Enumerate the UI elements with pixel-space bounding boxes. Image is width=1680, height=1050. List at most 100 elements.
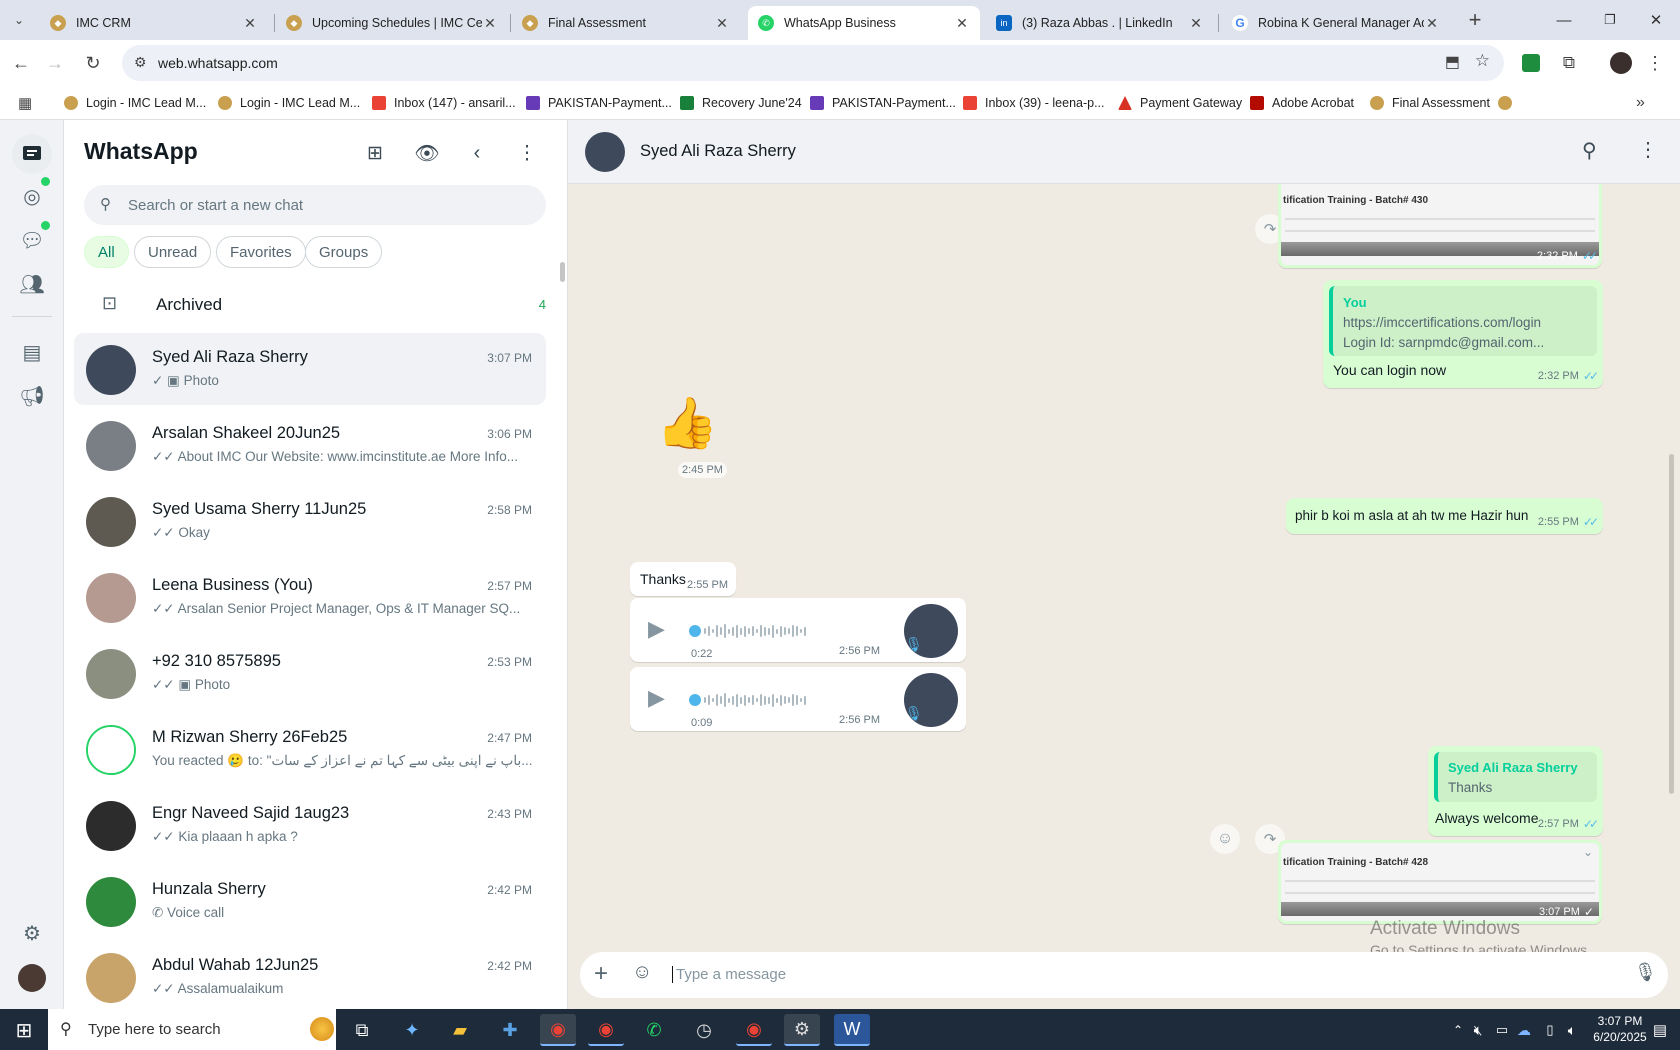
attach-plus-icon[interactable]: +: [594, 960, 608, 988]
apps-grid-icon[interactable]: ▦: [18, 93, 32, 113]
play-icon[interactable]: ▶: [648, 685, 665, 711]
my-profile-avatar[interactable]: [12, 958, 52, 998]
bookmark-recovery[interactable]: Recovery June'24: [680, 93, 802, 113]
message-login-reply[interactable]: You https://imccertifications.com/login …: [1323, 280, 1603, 388]
bookmark-final-assessment[interactable]: Final Assessment: [1370, 93, 1490, 113]
close-tab-icon[interactable]: ✕: [714, 15, 730, 32]
archived-row[interactable]: ⊡ Archived 4: [64, 280, 568, 330]
filter-favorites[interactable]: Favorites: [216, 236, 306, 268]
chrome-profile-icon[interactable]: ◉: [588, 1014, 624, 1046]
taskbar-clock[interactable]: 3:07 PM 6/20/2025: [1590, 1013, 1650, 1045]
close-tab-icon[interactable]: ✕: [1424, 15, 1440, 32]
window-close-icon[interactable]: ✕: [1633, 0, 1679, 40]
catalog-store-icon[interactable]: ▤: [12, 332, 52, 372]
extensions-puzzle-icon[interactable]: ⧉: [1554, 48, 1584, 78]
filter-groups[interactable]: Groups: [305, 236, 383, 268]
forward-arrow-icon[interactable]: →: [40, 48, 70, 78]
bookmark-login-imc-2[interactable]: Login - IMC Lead M...: [218, 93, 360, 113]
chats-icon[interactable]: [12, 134, 52, 174]
message-area[interactable]: ↷ tification Training - Batch# 430 2:32 …: [568, 184, 1680, 944]
hidden-eye-icon[interactable]: 👁︎: [410, 136, 444, 170]
whatsapp-taskbar-icon[interactable]: ✆: [636, 1014, 672, 1046]
windows-start-icon[interactable]: ⊞: [6, 1014, 42, 1046]
settings-app-icon[interactable]: ⚙: [784, 1014, 820, 1046]
menu-dots-icon[interactable]: ⋮: [510, 136, 544, 170]
chat-item-arsalan[interactable]: Arsalan Shakeel 20Jun25 3:06 PM ✓✓ About…: [74, 409, 546, 481]
close-tab-icon[interactable]: ✕: [242, 15, 258, 32]
microphone-icon[interactable]: 🎙︎: [1634, 962, 1657, 983]
close-tab-icon[interactable]: ✕: [1188, 15, 1204, 32]
tab-google-robina[interactable]: G Robina K General Manager Adv ✕: [1222, 6, 1450, 40]
bookmark-pakistan-payment-2[interactable]: PAKISTAN-Payment...: [810, 93, 956, 113]
settings-gear-icon[interactable]: ⚙: [12, 913, 52, 953]
thumbs-up-sticker[interactable]: 👍: [656, 394, 718, 453]
sticker-emoji-icon[interactable]: ☺: [632, 961, 652, 984]
copilot-icon[interactable]: ✦: [394, 1014, 430, 1046]
bookmark-adobe-acrobat[interactable]: Adobe Acrobat: [1250, 93, 1354, 113]
chat-item-hunzala[interactable]: Hunzala Sherry 2:42 PM ✆ Voice call: [74, 865, 546, 937]
chevron-down-icon[interactable]: ⌄: [1583, 845, 1593, 859]
minimize-icon[interactable]: —: [1541, 0, 1587, 40]
quoted-message[interactable]: Syed Ali Raza Sherry Thanks: [1434, 752, 1597, 802]
message-hazir[interactable]: phir b koi m asla at ah tw me Hazir hun …: [1286, 498, 1603, 534]
quoted-message[interactable]: You https://imccertifications.com/login …: [1329, 286, 1597, 356]
taskbar-search-box[interactable]: ⚲ Type here to search: [48, 1009, 336, 1050]
image-message-batch-430[interactable]: tification Training - Batch# 430 2:32 PM…: [1278, 184, 1602, 268]
restore-icon[interactable]: ❐: [1587, 0, 1633, 40]
file-explorer-icon[interactable]: ▰: [442, 1014, 478, 1046]
chevron-left-icon[interactable]: ‹: [460, 136, 494, 170]
app-icon[interactable]: ✚: [492, 1014, 528, 1046]
audio-waveform[interactable]: [704, 624, 806, 638]
tab-upcoming-schedules[interactable]: ◆ Upcoming Schedules | IMC Cert ✕: [276, 6, 508, 40]
message-input[interactable]: Type a message: [672, 966, 786, 983]
clock-app-icon[interactable]: ◷: [686, 1014, 722, 1046]
chat-item-m-rizwan[interactable]: M Rizwan Sherry 26Feb25 2:47 PM You reac…: [74, 713, 546, 785]
install-app-icon[interactable]: ⬒: [1445, 52, 1460, 72]
bookmark-extra-imc[interactable]: [1498, 93, 1520, 113]
bookmark-payment-gateway[interactable]: Payment Gateway: [1118, 93, 1242, 113]
speaker-icon[interactable]: 🔈︎: [1554, 1014, 1590, 1046]
playback-scrubber[interactable]: [689, 694, 701, 706]
chat-list-scrollbar[interactable]: [560, 262, 565, 282]
communities-icon[interactable]: 👥︎: [12, 264, 52, 304]
contact-avatar[interactable]: [585, 132, 625, 172]
image-message-batch-428[interactable]: ⌄ tification Training - Batch# 428 3:07 …: [1278, 840, 1602, 924]
back-arrow-icon[interactable]: ←: [6, 48, 36, 78]
task-view-icon[interactable]: ⧉: [344, 1014, 380, 1046]
notifications-icon[interactable]: ▤: [1642, 1014, 1678, 1046]
extension-green-icon[interactable]: [1516, 48, 1546, 78]
tab-search-chevron-icon[interactable]: ⌄: [4, 5, 34, 35]
address-bar[interactable]: ⚙ web.whatsapp.com ⬒ ☆: [122, 45, 1504, 81]
profile-avatar-icon[interactable]: [1606, 48, 1636, 78]
chrome-profile-2-icon[interactable]: ◉: [736, 1014, 772, 1046]
bookmark-login-imc-1[interactable]: Login - IMC Lead M...: [64, 93, 206, 113]
voice-message-2[interactable]: ▶ 0:09 🎙︎ 2:56 PM: [630, 667, 966, 731]
filter-all[interactable]: All: [84, 236, 129, 268]
close-tab-icon[interactable]: ✕: [954, 15, 970, 32]
site-info-icon[interactable]: ⚙: [134, 54, 147, 71]
playback-scrubber[interactable]: [689, 625, 701, 637]
search-input[interactable]: ⚲ Search or start a new chat: [84, 185, 546, 225]
new-chat-icon[interactable]: ⊞: [358, 136, 392, 170]
contact-name[interactable]: Syed Ali Raza Sherry: [640, 142, 796, 161]
play-icon[interactable]: ▶: [648, 616, 665, 642]
advertise-megaphone-icon[interactable]: 📢︎: [12, 376, 52, 416]
conversation-menu-icon[interactable]: ⋮: [1638, 137, 1658, 162]
bookmarks-overflow-icon[interactable]: »: [1636, 93, 1645, 113]
chat-item-syed-ali-raza[interactable]: Syed Ali Raza Sherry 3:07 PM ✓ ▣ Photo: [74, 333, 546, 405]
bookmark-pakistan-payment-1[interactable]: PAKISTAN-Payment...: [526, 93, 672, 113]
message-scrollbar[interactable]: [1669, 454, 1674, 794]
reload-icon[interactable]: ↻: [78, 48, 108, 78]
message-always-welcome[interactable]: Syed Ali Raza Sherry Thanks Always welco…: [1428, 746, 1603, 836]
bookmark-inbox-39[interactable]: Inbox (39) - leena-p...: [963, 93, 1105, 113]
chrome-icon[interactable]: ◉: [540, 1014, 576, 1046]
bookmark-star-icon[interactable]: ☆: [1475, 51, 1490, 71]
search-icon[interactable]: ⚲: [1582, 138, 1597, 163]
tab-linkedin[interactable]: in (3) Raza Abbas . | LinkedIn ✕: [986, 6, 1214, 40]
browser-menu-icon[interactable]: ⋮: [1640, 48, 1670, 78]
chat-item-engr-naveed[interactable]: Engr Naveed Sajid 1aug23 2:43 PM ✓✓ Kia …: [74, 789, 546, 861]
close-tab-icon[interactable]: ✕: [482, 15, 498, 32]
chat-item-leena-business[interactable]: Leena Business (You) 2:57 PM ✓✓ Arsalan …: [74, 561, 546, 633]
chat-item-abdul-wahab[interactable]: Abdul Wahab 12Jun25 2:42 PM ✓✓ Assalamua…: [74, 941, 546, 1009]
new-tab-plus-icon[interactable]: +: [1460, 5, 1490, 35]
